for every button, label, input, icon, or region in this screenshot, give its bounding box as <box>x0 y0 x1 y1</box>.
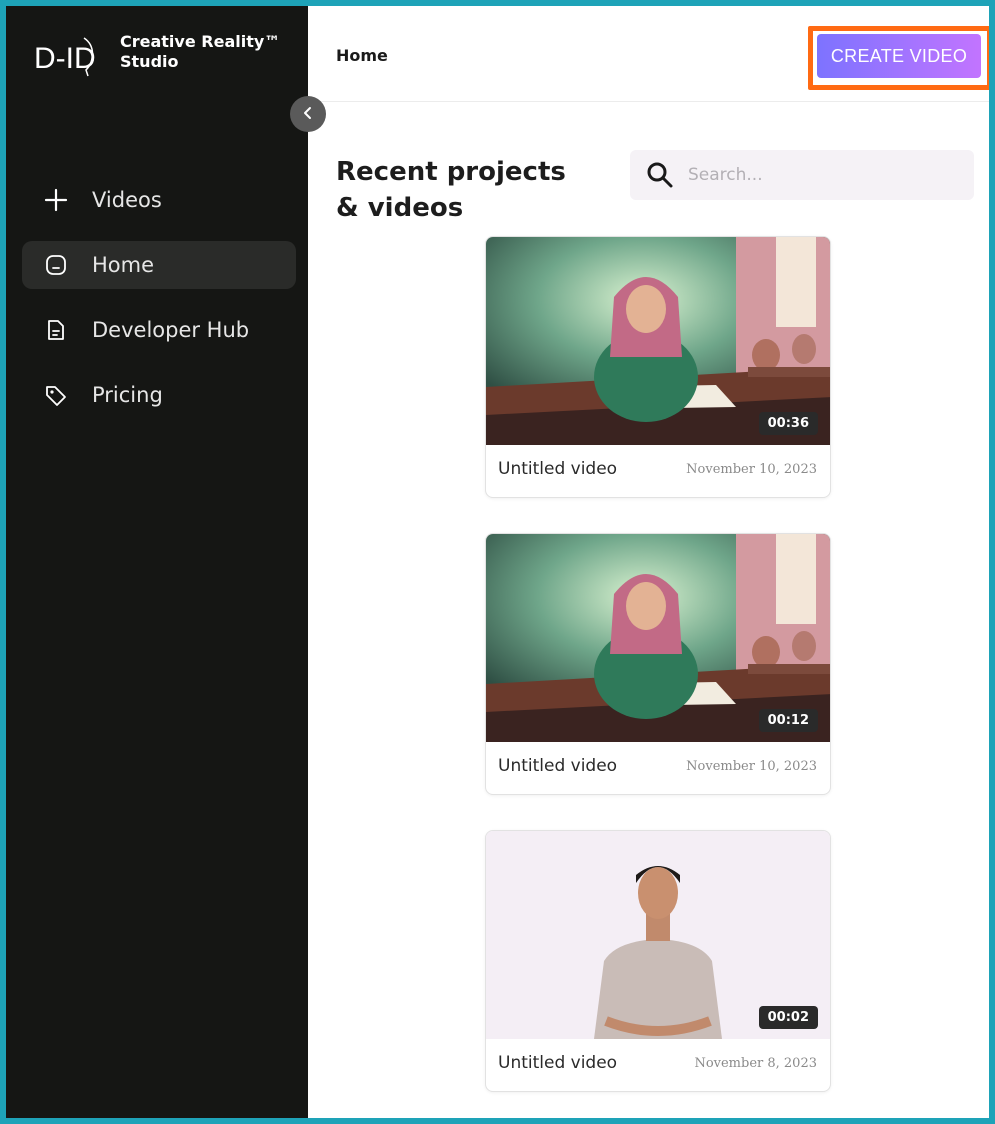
create-video-button[interactable]: CREATE VIDEO <box>817 34 981 78</box>
sidebar: D-ID Creative Reality™ Studio Videos Hom… <box>6 6 308 1118</box>
sidebar-item-home[interactable]: Home <box>22 241 296 289</box>
collapse-sidebar-button[interactable] <box>290 96 326 132</box>
video-list: 00:36 Untitled video November 10, 2023 0… <box>485 236 831 1118</box>
search-input[interactable] <box>688 165 938 185</box>
home-icon <box>44 253 68 277</box>
document-icon <box>44 318 68 342</box>
video-date: November 10, 2023 <box>686 461 817 477</box>
video-title: Untitled video <box>498 459 618 479</box>
duration-badge: 00:36 <box>758 412 818 435</box>
search-bar[interactable] <box>630 150 974 200</box>
video-card[interactable]: 00:12 Untitled video November 10, 2023 <box>485 533 831 795</box>
sidebar-item-label: Home <box>92 253 155 277</box>
app-frame: D-ID Creative Reality™ Studio Videos Hom… <box>0 0 995 1124</box>
brand[interactable]: D-ID Creative Reality™ Studio <box>30 32 280 80</box>
card-footer: Untitled video November 8, 2023 <box>486 1037 830 1091</box>
sidebar-item-label: Developer Hub <box>92 318 250 342</box>
plus-icon <box>44 188 68 212</box>
duration-badge: 00:02 <box>758 1006 818 1029</box>
video-date: November 8, 2023 <box>694 1055 817 1071</box>
brand-title: Creative Reality™ Studio <box>120 32 320 72</box>
chevron-left-icon <box>301 106 315 123</box>
tag-icon <box>44 383 68 407</box>
search-icon <box>646 161 674 189</box>
video-card[interactable]: 00:36 Untitled video November 10, 2023 <box>485 236 831 498</box>
video-title: Untitled video <box>498 756 618 776</box>
breadcrumb[interactable]: Home <box>336 46 388 65</box>
sidebar-item-pricing[interactable]: Pricing <box>22 371 296 419</box>
sidebar-nav: Videos Home Developer Hub Pricing <box>22 176 296 436</box>
video-date: November 10, 2023 <box>686 758 817 774</box>
sidebar-item-label: Videos <box>92 188 162 212</box>
card-footer: Untitled video November 10, 2023 <box>486 443 830 497</box>
sidebar-item-label: Pricing <box>92 383 163 407</box>
video-thumbnail[interactable]: 00:12 <box>486 534 830 742</box>
sidebar-item-videos[interactable]: Videos <box>22 176 296 224</box>
video-card[interactable]: 00:02 Untitled video November 8, 2023 <box>485 830 831 1092</box>
main-content: Home CREATE VIDEO Recent projects & vide… <box>308 6 989 1118</box>
video-thumbnail[interactable]: 00:02 <box>486 831 830 1039</box>
video-title: Untitled video <box>498 1053 618 1073</box>
section-title: Recent projects & videos <box>336 157 566 223</box>
duration-badge: 00:12 <box>758 709 818 732</box>
did-logo: D-ID <box>30 32 96 80</box>
card-footer: Untitled video November 10, 2023 <box>486 740 830 794</box>
brand-title-line1: Creative Reality™ <box>120 32 281 51</box>
top-bar: Home CREATE VIDEO <box>308 6 989 102</box>
brand-title-line2: Studio <box>120 52 179 71</box>
video-thumbnail[interactable]: 00:36 <box>486 237 830 445</box>
sidebar-item-developer-hub[interactable]: Developer Hub <box>22 306 296 354</box>
